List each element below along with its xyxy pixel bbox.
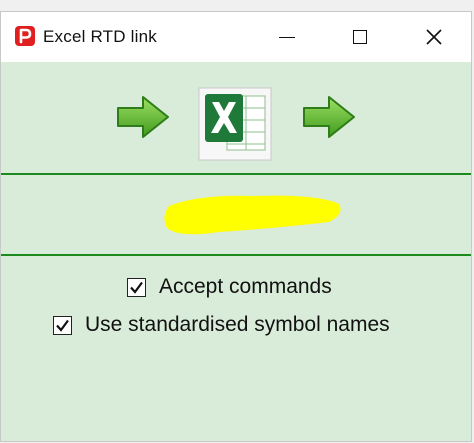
arrow-right-icon [117, 96, 169, 138]
checkmark-icon [56, 319, 69, 332]
minimize-button[interactable] [264, 12, 310, 62]
window-title: Excel RTD link [43, 27, 157, 46]
close-button[interactable] [411, 12, 457, 62]
dialog-content: Accept commands Use standardised symbol … [1, 62, 471, 443]
app-logo-icon [15, 26, 35, 46]
maximize-button[interactable] [337, 12, 383, 62]
accept-commands-label: Accept commands [159, 275, 332, 298]
status-icons-row [1, 76, 471, 161]
maximize-icon [353, 30, 367, 44]
close-icon [426, 29, 442, 45]
minimize-icon [279, 36, 295, 38]
checkmark-icon [130, 281, 143, 294]
standardised-symbols-label: Use standardised symbol names [85, 313, 390, 336]
accept-commands-option[interactable]: Accept commands [127, 275, 332, 299]
standardised-symbols-option[interactable]: Use standardised symbol names [53, 313, 390, 337]
rtd-link-window: Excel RTD link Accept commands Use stand… [0, 11, 472, 442]
accept-commands-checkbox[interactable] [127, 277, 146, 297]
arrow-right-icon [303, 96, 355, 138]
title-bar[interactable]: Excel RTD link [1, 12, 471, 62]
standardised-symbols-checkbox[interactable] [53, 315, 72, 335]
divider [1, 173, 471, 175]
excel-icon [198, 87, 272, 161]
divider [1, 254, 471, 256]
redacted-status-highlight [164, 195, 341, 235]
